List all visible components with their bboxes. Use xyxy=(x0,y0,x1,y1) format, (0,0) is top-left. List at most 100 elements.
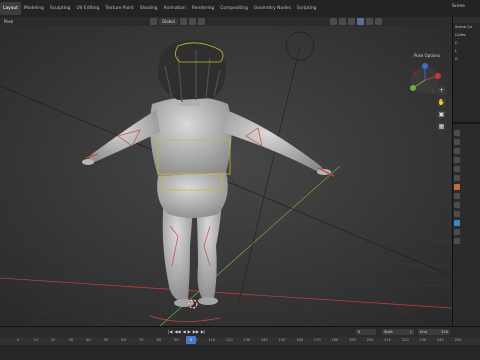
frame-tick-label: 170 xyxy=(313,338,321,342)
outliner-row[interactable]: G xyxy=(453,55,480,63)
output-tab-icon[interactable] xyxy=(454,148,460,154)
eye-icon[interactable] xyxy=(330,18,337,25)
scene-tab-icon[interactable] xyxy=(454,166,460,172)
frame-tick-label: 50 xyxy=(103,338,109,342)
frame-tick-label: 90 xyxy=(174,338,179,342)
tab-geometry-nodes[interactable]: Geometry Nodes xyxy=(251,2,294,15)
workspace-bar: Layout Modeling Sculpting UV Editing Tex… xyxy=(0,0,480,17)
end-frame-field[interactable]: End 250 xyxy=(418,329,450,335)
pose-options-button[interactable]: Pose Options xyxy=(414,53,440,58)
frame-tick-label: 240 xyxy=(436,338,444,342)
data-tab-icon[interactable] xyxy=(454,220,460,226)
start-label: Start xyxy=(384,330,393,334)
solid-shading-icon[interactable] xyxy=(357,18,364,25)
prev-keyframe-button[interactable]: ◀◀ xyxy=(174,329,180,334)
tab-uv-editing[interactable]: UV Editing xyxy=(73,2,102,15)
end-value: 250 xyxy=(441,330,448,334)
3d-viewport[interactable]: Pose Options + ✋ ▣ ▦ xyxy=(0,26,452,326)
viewport-header: Pose Global xyxy=(0,17,452,26)
play-button[interactable]: ▶ xyxy=(188,329,191,334)
viewport-nav-buttons: + ✋ ▣ ▦ xyxy=(437,86,447,134)
frame-tick-label: 220 xyxy=(401,338,409,342)
tab-animation[interactable]: Animation xyxy=(161,2,189,15)
camera-icon[interactable]: ▣ xyxy=(437,110,446,119)
tab-texture-paint[interactable]: Texture Paint xyxy=(102,2,136,15)
current-frame-field[interactable]: 0 xyxy=(356,329,376,335)
material-shading-icon[interactable] xyxy=(366,18,373,25)
bone-tab-icon[interactable] xyxy=(454,229,460,235)
tab-modeling[interactable]: Modeling xyxy=(21,2,47,15)
mode-selector[interactable]: Pose xyxy=(4,19,13,24)
tab-compositing[interactable]: Compositing xyxy=(217,2,251,15)
frame-tick-label: 10 xyxy=(33,338,38,342)
frame-tick-label: 150 xyxy=(278,338,286,342)
frame-tick-label: 70 xyxy=(138,338,144,342)
overlay-icon[interactable] xyxy=(339,18,346,25)
end-label: End xyxy=(420,330,427,334)
grid-icon[interactable]: ▦ xyxy=(437,122,446,131)
frame-tick-label: 180 xyxy=(331,338,339,342)
constraint-tab-icon[interactable] xyxy=(454,211,460,217)
jump-start-button[interactable]: |◀ xyxy=(168,329,172,334)
start-value: 1 xyxy=(409,330,412,334)
outliner-row[interactable]: Collec xyxy=(453,31,480,39)
frame-tick-label: 30 xyxy=(68,338,74,342)
render-tab-icon[interactable] xyxy=(454,139,460,145)
frame-tick-label: 60 xyxy=(121,338,126,342)
tool-tab-icon[interactable] xyxy=(454,130,460,136)
frame-tick-label: 200 xyxy=(366,338,374,342)
frame-tick-label: 80 xyxy=(156,338,162,342)
hand-icon[interactable]: ✋ xyxy=(437,98,446,107)
timeline-header: |◀ ◀◀ ◀ ▶ ▶▶ ▶| 0 Start 1 End 250 xyxy=(0,327,480,337)
outliner-row[interactable]: Scene Co xyxy=(453,23,480,31)
start-frame-field[interactable]: Start 1 xyxy=(382,329,414,335)
frame-tick-label: 20 xyxy=(50,338,56,342)
physics-tab-icon[interactable] xyxy=(454,202,460,208)
shading-buttons xyxy=(330,18,382,25)
play-reverse-button[interactable]: ◀ xyxy=(183,329,186,334)
transform-tools: Global xyxy=(150,18,205,25)
jump-end-button[interactable]: ▶| xyxy=(201,329,205,334)
outliner-row[interactable]: L xyxy=(453,47,480,55)
frame-tick-label: 160 xyxy=(296,338,304,342)
next-keyframe-button[interactable]: ▶▶ xyxy=(193,329,199,334)
tab-rendering[interactable]: Rendering xyxy=(189,2,217,15)
frame-tick-label: 190 xyxy=(348,338,356,342)
pivot-icon[interactable] xyxy=(179,18,187,25)
frame-tick-label: 210 xyxy=(384,338,392,342)
xray-icon[interactable] xyxy=(348,18,355,25)
zoom-icon[interactable]: + xyxy=(437,86,446,95)
rendered-shading-icon[interactable] xyxy=(375,18,382,25)
frame-tick-label: 40 xyxy=(86,338,91,342)
tab-scripting[interactable]: Scripting xyxy=(294,2,320,15)
orientation-dropdown[interactable]: Global xyxy=(159,18,178,25)
tab-sculpting[interactable]: Sculpting xyxy=(47,2,74,15)
frame-tick-label: 250 xyxy=(454,338,462,342)
properties-panel xyxy=(452,122,480,326)
tab-layout[interactable]: Layout xyxy=(0,2,21,15)
view-layer-tab-icon[interactable] xyxy=(454,157,460,163)
blender-window: Layout Modeling Sculpting UV Editing Tex… xyxy=(0,0,480,360)
proportional-icon[interactable] xyxy=(197,18,205,25)
frame-tick-label: 0 xyxy=(16,338,20,342)
orientation-icon[interactable] xyxy=(150,18,157,25)
playback-controls: |◀ ◀◀ ◀ ▶ ▶▶ ▶| xyxy=(168,329,205,334)
frame-tick-label: 230 xyxy=(419,338,427,342)
scene-selector[interactable]: Scene xyxy=(452,3,465,8)
modifier-tab-icon[interactable] xyxy=(454,193,460,199)
material-tab-icon[interactable] xyxy=(454,238,460,244)
timeline-panel: |◀ ◀◀ ◀ ▶ ▶▶ ▶| 0 Start 1 End 250 0 10 20 3… xyxy=(0,326,480,360)
snap-icon[interactable] xyxy=(188,18,196,25)
frame-ruler[interactable]: 0102030405060708090100110120130140150160… xyxy=(0,337,480,345)
object-tab-icon[interactable] xyxy=(454,184,460,190)
world-tab-icon[interactable] xyxy=(454,175,460,181)
frame-tick-label: 130 xyxy=(243,338,251,342)
properties-tabs xyxy=(453,130,460,247)
outliner-panel: Scene Co Collec C L G xyxy=(452,17,480,122)
tab-shading[interactable]: Shading xyxy=(137,2,161,15)
frame-tick-label: 110 xyxy=(208,338,216,342)
outliner-row[interactable]: C xyxy=(453,39,480,47)
playhead[interactable]: 0 xyxy=(186,336,196,344)
frame-tick-label: 120 xyxy=(225,338,233,342)
viewport-scene xyxy=(0,26,452,326)
